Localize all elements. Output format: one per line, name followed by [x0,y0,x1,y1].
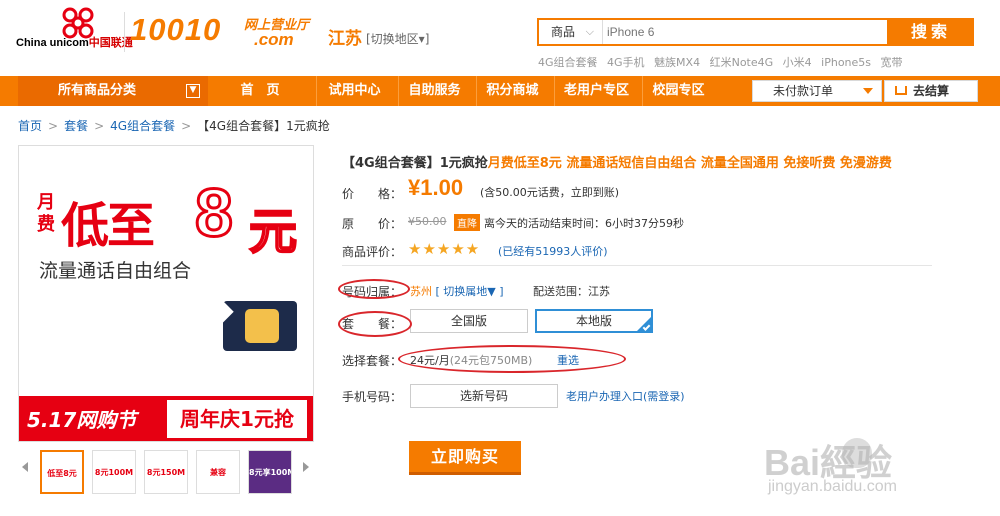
sim-card-icon [208,299,297,351]
checkout-button[interactable]: 去结算 [884,80,978,102]
product-thumbnail[interactable]: 8元享100M [248,450,292,494]
number-region: 苏州 [ 切换属地▼ ] [410,285,504,298]
unicom-logo-text[interactable]: China unicom中国联通 [16,34,133,50]
package-option-local[interactable]: 本地版 [535,309,653,333]
current-region: 江苏 [328,29,362,49]
search-button[interactable]: 搜索 [888,18,974,46]
nav-item-home[interactable]: 首 页 [220,76,300,106]
product-thumbnail[interactable]: 低至8元 [40,450,84,494]
discount-badge: 直降 [454,214,480,231]
unpaid-orders-dropdown[interactable]: 未付款订单 [752,80,882,102]
sale-countdown: 离今天的活动结束时间：6小时37分59秒 [484,217,684,230]
cart-icon [895,86,907,95]
promo-banner-offer: 周年庆1元抢 [167,400,307,438]
breadcrumb-package[interactable]: 套餐 [64,119,88,133]
product-main-image[interactable]: 月费 低至 8 元 流量通话自由组合 5.17网购节 周年庆1元抢 [18,145,314,442]
hot-keywords: 4G组合套餐 4G手机 魅族MX4 红米Note4G 小米4 iPhone5s … [538,54,909,70]
price-value: ¥1.00 [408,175,464,200]
baidu-paw-icon [842,438,872,468]
promo-amount: 8 [194,174,235,253]
promo-unit: 元 [248,203,298,261]
breadcrumb-separator: > [94,119,105,133]
breadcrumb-separator: > [48,119,59,133]
package-option-national[interactable]: 全国版 [410,309,528,333]
thumbnail-next-arrow[interactable] [303,462,309,472]
promo-banner: 5.17网购节 周年庆1元抢 [19,396,313,441]
price-note: (含50.00元话费，立即到账) [480,186,620,199]
all-categories-menu[interactable]: 所有商品分类 ▼ [18,76,208,106]
nav-item-self-service[interactable]: 自助服务 [398,76,470,106]
section-divider [342,265,932,266]
delivery-range: 配送范围：江苏 [533,285,610,298]
watermark-url: jingyan.baidu.com [768,478,897,495]
review-count-link[interactable]: (已经有51993人评价) [498,243,608,259]
promo-banner-event: 5.17网购节 [27,408,137,432]
hot-keyword[interactable]: 宽带 [881,56,903,69]
price-label: 价 格： [342,187,403,201]
search-input[interactable] [607,20,887,44]
caret-down-icon [863,88,873,94]
nav-item-trial[interactable]: 试用中心 [316,76,392,106]
annotation-ellipse [338,311,412,337]
product-title: 【4G组合套餐】1元疯抢月费低至8元 流量通话短信自由组合 流量全国通用 免接听… [342,156,892,171]
product-thumbnail[interactable]: 8元100M [92,450,136,494]
breadcrumb-separator: > [181,119,192,133]
breadcrumb: 首页 > 套餐 >4G组合套餐 > 【4G组合套餐】1元疯抢 [18,117,330,134]
nav-item-campus[interactable]: 校园专区 [642,76,714,106]
switch-region-link[interactable]: [切换地区▾] [366,30,429,47]
promo-subtitle: 流量通话自由组合 [39,260,192,282]
nav-item-old-user[interactable]: 老用户专区 [554,76,638,106]
annotation-ellipse [398,345,626,373]
breadcrumb-current: 【4G组合套餐】1元疯抢 [197,119,330,133]
search-bar: 商品 ⌵ [537,18,889,46]
hot-keyword[interactable]: iPhone5s [821,56,871,69]
hot-keyword[interactable]: 魅族MX4 [654,56,700,69]
original-price: ¥50.00 [408,215,447,228]
breadcrumb-4g-package[interactable]: 4G组合套餐 [110,119,175,133]
promo-headline: 低至 [61,200,155,253]
brand-tag-bottom: .com [254,30,294,49]
rating-label: 商品评价： [342,245,403,259]
choose-new-number-button[interactable]: 选新号码 [410,384,558,408]
hot-keyword[interactable]: 小米4 [783,56,812,69]
thumbnail-prev-arrow[interactable] [22,462,28,472]
annotation-ellipse [338,279,410,299]
product-thumbnail[interactable]: 兼容 [196,450,240,494]
switch-number-region-link[interactable]: [ 切换属地▼ ] [436,285,504,298]
hot-keyword[interactable]: 红米Note4G [710,56,774,69]
chevron-down-icon: ▼ [186,84,200,98]
rating-stars-icon: ★★★★★ [408,240,481,258]
phone-number-label: 手机号码： [342,390,403,404]
hot-keyword[interactable]: 4G组合套餐 [538,56,598,69]
search-category-select[interactable]: 商品 ⌵ [539,20,603,44]
hot-keyword[interactable]: 4G手机 [607,56,645,69]
chevron-down-icon: ⌵ [585,25,594,38]
brand-number[interactable]: 10010 [130,12,221,48]
promo-monthly: 月费 [37,192,55,235]
original-price-label: 原 价： [342,217,403,231]
nav-item-points-mall[interactable]: 积分商城 [476,76,548,106]
old-user-entry-link[interactable]: 老用户办理入口(需登录) [566,388,685,404]
main-nav: 所有商品分类 ▼ 首 页 试用中心 自助服务 积分商城 老用户专区 校园专区 未… [0,76,1000,106]
breadcrumb-home[interactable]: 首页 [18,119,42,133]
product-thumbnail[interactable]: 8元150M [144,450,188,494]
buy-now-button[interactable]: 立即购买 [409,441,521,475]
plan-label: 选择套餐： [342,354,403,368]
logo-divider [124,12,125,52]
